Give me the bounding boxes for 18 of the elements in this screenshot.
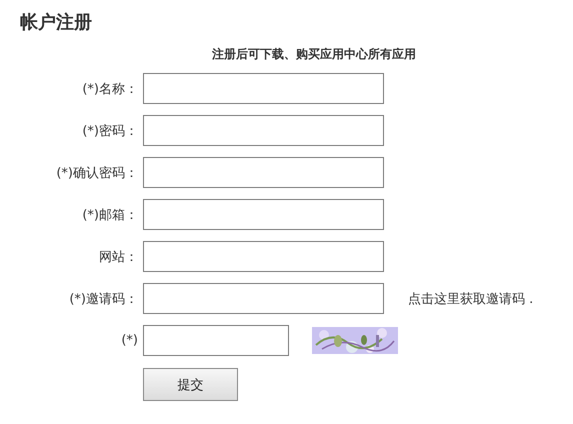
- input-field[interactable]: [143, 115, 384, 146]
- page-title: 帐户注册: [20, 11, 92, 34]
- captcha-field[interactable]: [143, 325, 289, 356]
- field-label: (*)密码：: [82, 122, 138, 140]
- input-field[interactable]: [143, 73, 384, 104]
- notice-text: 注册后可下载、购买应用中心所有应用: [212, 46, 416, 63]
- input-field[interactable]: [143, 199, 384, 230]
- field-label: (*)名称：: [82, 80, 138, 98]
- field-label: (*)邀请码：: [69, 290, 138, 308]
- input-field[interactable]: [143, 157, 384, 188]
- field-label: 网站：: [99, 248, 138, 266]
- submit-button[interactable]: 提交: [143, 368, 238, 401]
- input-field[interactable]: [143, 283, 384, 314]
- input-field[interactable]: [143, 241, 384, 272]
- field-label: (*)邮箱：: [82, 206, 138, 224]
- field-label: (*)确认密码：: [56, 164, 138, 182]
- field-label: (*): [121, 333, 138, 348]
- invite-link[interactable]: 点击这里获取邀请码 .: [408, 290, 534, 308]
